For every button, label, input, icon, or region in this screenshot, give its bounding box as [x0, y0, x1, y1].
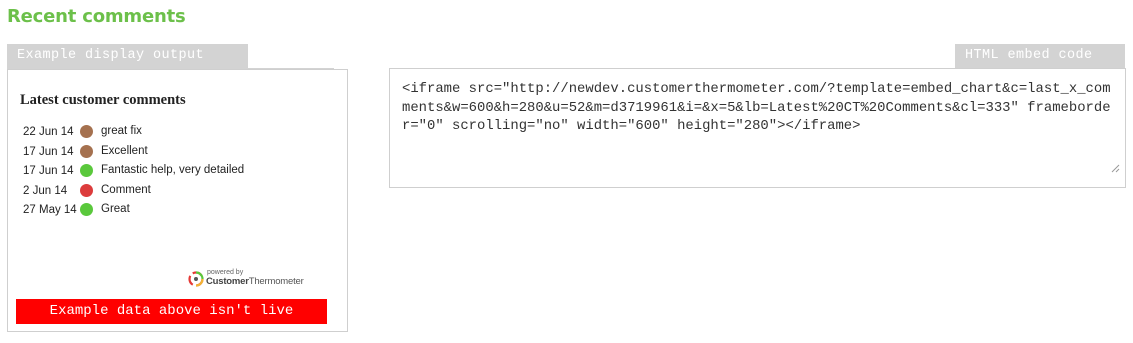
rating-dot-icon [80, 125, 93, 138]
comment-text: Excellent [101, 144, 148, 157]
comment-text: great fix [101, 125, 142, 137]
comment-text: Great [101, 203, 130, 215]
comment-date: 22 Jun 14 [23, 126, 74, 138]
live-data-warning: Example data above isn't live [16, 299, 327, 324]
widget-title: Latest customer comments [20, 92, 186, 108]
brand-name-bold: Customer [206, 276, 249, 287]
section-title: Recent comments [7, 6, 186, 27]
powered-by-badge[interactable]: powered by CustomerThermometer [188, 268, 308, 290]
rating-dot-icon [80, 144, 93, 158]
comment-date: 17 Jun 14 [23, 145, 74, 158]
brand-name: CustomerThermometer [206, 276, 304, 287]
comment-date: 2 Jun 14 [23, 184, 68, 197]
rating-dot-icon [80, 183, 93, 197]
example-output-tab: Example display output [7, 44, 248, 68]
comment-text: Comment [101, 183, 151, 196]
resize-grip-icon[interactable] [1111, 164, 1120, 173]
comment-date: 27 May 14 [23, 204, 77, 216]
embed-code-panel: <iframe src="http://newdev.customertherm… [389, 68, 1126, 188]
embed-code-textarea[interactable]: <iframe src="http://newdev.customertherm… [390, 69, 1125, 187]
embed-code-tab: HTML embed code [955, 44, 1125, 68]
rating-dot-icon [80, 164, 93, 177]
example-display-output-panel: Latest customer comments 22 Jun 14 great… [7, 69, 348, 332]
comment-text: Fantastic help, very detailed [101, 164, 245, 176]
customer-thermometer-logo-icon [188, 271, 204, 287]
powered-by-label: powered by [207, 269, 244, 276]
rating-dot-icon [80, 203, 93, 216]
comment-date: 17 Jun 14 [23, 165, 74, 177]
brand-name-rest: Thermometer [248, 276, 304, 287]
